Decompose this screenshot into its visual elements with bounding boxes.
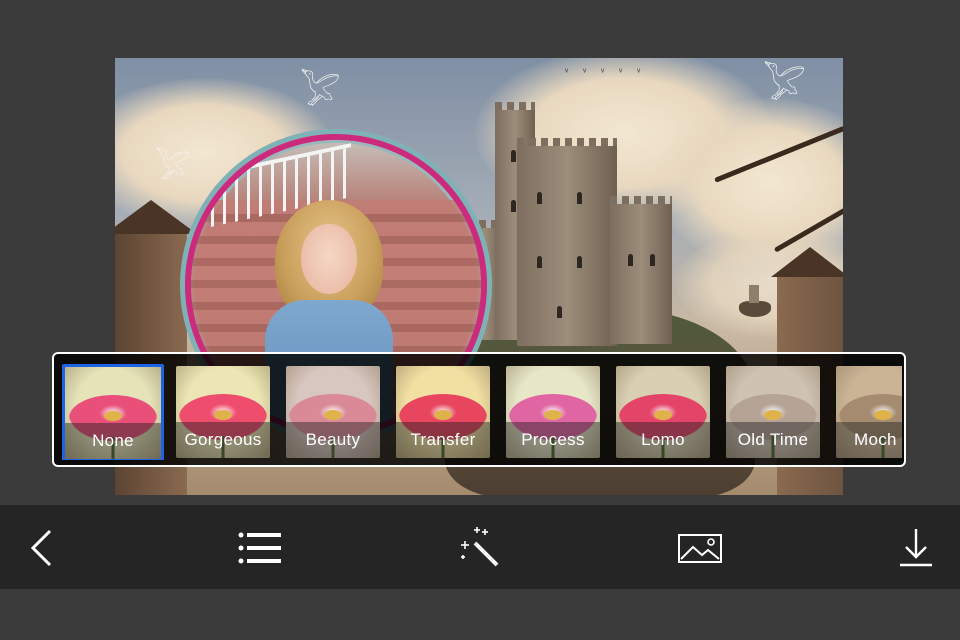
filter-transfer[interactable]: Transfer — [396, 366, 490, 458]
filter-label: Process — [506, 422, 600, 458]
filter-gorgeous[interactable]: Gorgeous — [176, 366, 270, 458]
filter-none[interactable]: None — [62, 364, 164, 460]
filter-label: Lomo — [616, 422, 710, 458]
filter-thumbnails[interactable]: None Gorgeous Beauty Transfer Process Lo… — [62, 364, 902, 460]
list-icon — [238, 532, 281, 564]
gallery-button[interactable] — [675, 523, 725, 573]
filter-beauty[interactable]: Beauty — [286, 366, 380, 458]
filter-label: Moch — [836, 422, 902, 458]
filter-moch[interactable]: Moch — [836, 366, 902, 458]
filter-old-time[interactable]: Old Time — [726, 366, 820, 458]
filter-label: Old Time — [726, 422, 820, 458]
image-icon — [678, 534, 722, 563]
seagull: 𓅯 — [155, 152, 191, 185]
menu-button[interactable] — [235, 523, 285, 573]
seagull: 𓅯 — [763, 65, 806, 106]
bottom-toolbar — [0, 505, 960, 589]
save-button[interactable] — [892, 523, 942, 573]
filter-label: Gorgeous — [176, 422, 270, 458]
magic-wand-icon — [461, 527, 499, 567]
filter-label: Beauty — [286, 422, 380, 458]
filter-lomo[interactable]: Lomo — [616, 366, 710, 458]
filter-label: Transfer — [396, 422, 490, 458]
effects-button[interactable] — [455, 523, 505, 573]
distant-birds: ᵛ ᵛ ᵛ ᵛ ᵛ — [565, 67, 647, 78]
filter-process[interactable]: Process — [506, 366, 600, 458]
back-button[interactable] — [18, 523, 68, 573]
floating-island — [735, 283, 775, 323]
filter-strip[interactable]: None Gorgeous Beauty Transfer Process Lo… — [52, 352, 906, 467]
download-icon — [900, 529, 932, 567]
back-icon — [30, 529, 52, 567]
seagull: 𓅯 — [300, 74, 341, 112]
castle — [467, 98, 675, 348]
filter-label: None — [65, 423, 161, 459]
